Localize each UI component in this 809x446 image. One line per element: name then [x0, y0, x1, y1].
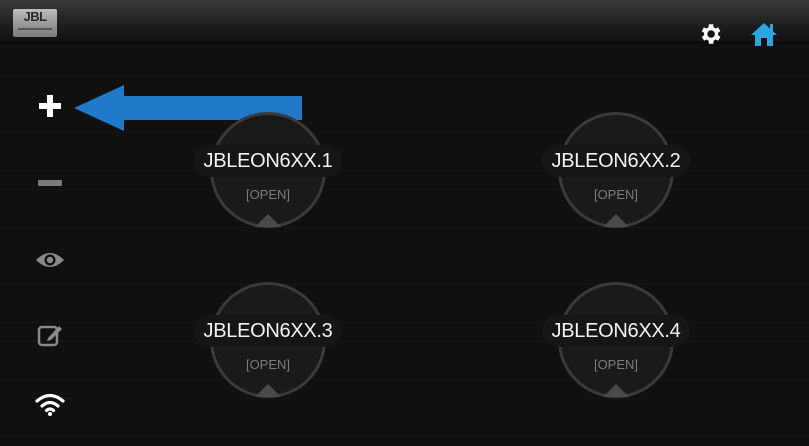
gear-icon[interactable]: [697, 21, 723, 52]
device-status: [OPEN]: [593, 187, 639, 202]
device-status: [OPEN]: [245, 187, 291, 202]
edit-icon: [37, 325, 62, 347]
device-status: [OPEN]: [593, 357, 639, 372]
logo-text: JBL: [23, 9, 47, 24]
device-indicator: [255, 214, 281, 227]
add-button[interactable]: [34, 90, 66, 122]
jbl-logo: JBL: [13, 9, 57, 37]
home-icon[interactable]: [750, 21, 778, 52]
device-indicator: [603, 214, 629, 227]
eye-icon: [36, 253, 64, 267]
minus-icon: [38, 180, 62, 186]
device-name: JBLEON6XX.4: [551, 320, 681, 342]
device-indicator: [255, 384, 281, 397]
device-name: JBLEON6XX.1: [203, 150, 333, 172]
view-button[interactable]: [34, 244, 66, 276]
device-card[interactable]: JBLEON6XX.3 [OPEN]: [138, 282, 398, 422]
device-card[interactable]: JBLEON6XX.1 [OPEN]: [138, 112, 398, 252]
top-bar: JBL: [0, 0, 809, 46]
device-card[interactable]: JBLEON6XX.2 [OPEN]: [486, 112, 746, 252]
device-indicator: [603, 384, 629, 397]
remove-button[interactable]: [34, 167, 66, 199]
device-name: JBLEON6XX.3: [203, 320, 333, 342]
wifi-icon: [35, 393, 65, 416]
edit-button[interactable]: [34, 319, 66, 351]
device-name: JBLEON6XX.2: [551, 150, 681, 172]
device-status: [OPEN]: [245, 357, 291, 372]
device-card[interactable]: JBLEON6XX.4 [OPEN]: [486, 282, 746, 422]
wifi-button[interactable]: [34, 389, 66, 421]
plus-icon: [39, 95, 61, 117]
